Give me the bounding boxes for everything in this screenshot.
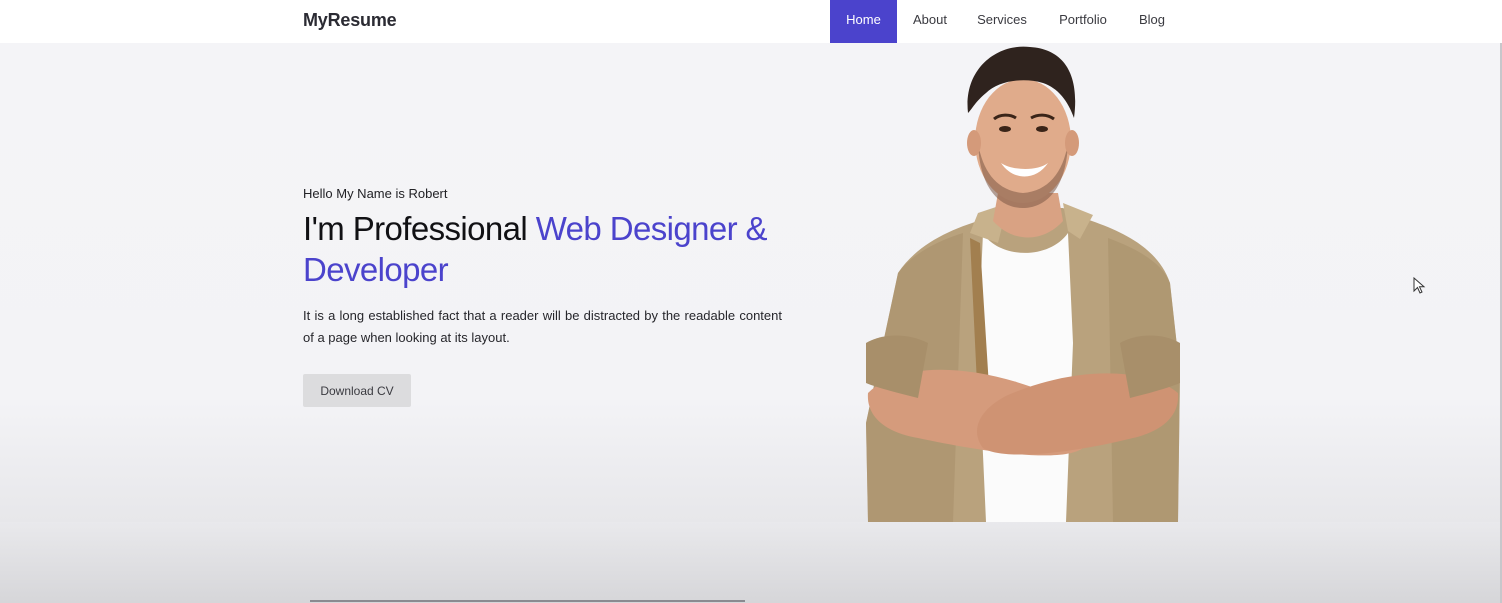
nav-portfolio[interactable]: Portfolio (1052, 0, 1114, 43)
nav-services[interactable]: Services (972, 0, 1032, 43)
hero-description: It is a long established fact that a rea… (303, 308, 782, 345)
navbar: MyResume Home About Services Portfolio B… (0, 0, 1502, 43)
nav-home[interactable]: Home (830, 0, 897, 43)
section-divider (310, 600, 745, 602)
next-section-band (0, 522, 1502, 603)
hero-greeting: Hello My Name is Robert (303, 186, 448, 201)
download-cv-button[interactable]: Download CV (303, 374, 411, 407)
profile-photo (866, 46, 1180, 522)
nav-blog[interactable]: Blog (1134, 0, 1170, 43)
hero-section: Hello My Name is Robert I'm Professional… (0, 43, 1502, 522)
hero-headline: I'm Professional Web Designer & Develope… (303, 208, 803, 290)
nav-about[interactable]: About (904, 0, 956, 43)
headline-plain: I'm Professional (303, 210, 536, 247)
mouse-pointer-icon (1413, 277, 1426, 294)
brand-logo[interactable]: MyResume (303, 10, 397, 31)
